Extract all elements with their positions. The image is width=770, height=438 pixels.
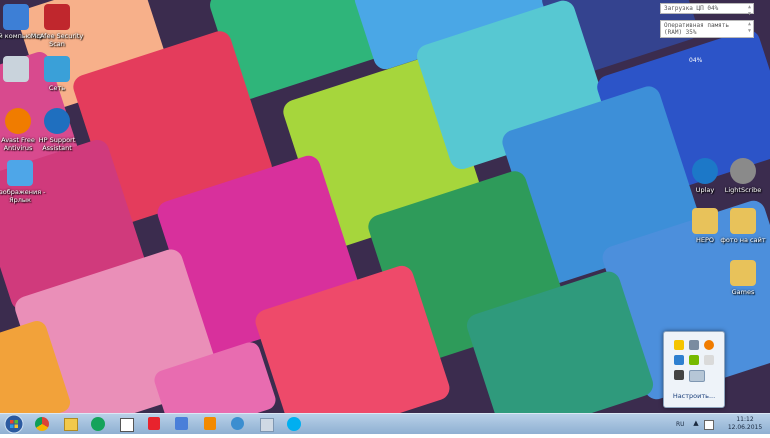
pictures-shortcut-icon xyxy=(7,160,33,186)
explorer-icon xyxy=(64,418,78,431)
desktop-icon-lightscribe[interactable]: LightScribe xyxy=(715,158,770,194)
avast-tray-icon[interactable] xyxy=(704,340,714,350)
spinner-arrows-icon[interactable]: ▲ ▼ xyxy=(748,4,751,18)
network-icon xyxy=(44,56,70,82)
media-icon xyxy=(231,417,244,430)
taskbar-yandex-button[interactable] xyxy=(145,416,163,432)
clock-time: 11:12 xyxy=(736,416,754,423)
yandex-icon xyxy=(148,417,160,430)
desktop-icon-games-folder[interactable]: Games xyxy=(715,260,770,296)
speaker-app-icon xyxy=(260,418,274,432)
action-center-flag-icon[interactable] xyxy=(704,355,714,365)
odnoklassniki-icon xyxy=(204,417,216,430)
start-button[interactable] xyxy=(1,414,27,434)
spinner-arrows-icon[interactable]: ▲ ▼ xyxy=(748,21,751,35)
desktop-icon-mcafee[interactable]: McAfee Security Scan xyxy=(29,4,85,48)
wallpaper xyxy=(0,0,770,413)
taskbar-clock[interactable]: 11:12 12.06.2015 xyxy=(722,416,768,432)
avast-icon xyxy=(5,108,31,134)
skype-icon xyxy=(287,417,301,431)
cpu-load-label: Загрузка ЦП 04% xyxy=(664,5,719,12)
load-percent-readout: 04% xyxy=(689,57,703,64)
clock-date: 12.06.2015 xyxy=(727,424,763,431)
taskbar-odnoklassniki-button[interactable] xyxy=(201,416,219,432)
desktop-icon-label: HP Support Assistant xyxy=(38,136,76,152)
taskbar-skype-button[interactable] xyxy=(285,416,303,432)
hp-support-icon xyxy=(44,108,70,134)
display-icon[interactable] xyxy=(674,355,684,365)
taskbar-mail-agent-button[interactable] xyxy=(89,416,107,432)
desktop-icon-hp-support[interactable]: HP Support Assistant xyxy=(29,108,85,152)
folder-icon xyxy=(730,260,756,286)
taskbar-chrome-button[interactable] xyxy=(33,416,51,432)
taskbar-explorer-button[interactable] xyxy=(61,416,79,432)
desktop-icon-label: Games xyxy=(731,288,755,296)
cpu-gadget[interactable]: Загрузка ЦП 04% ▲ ▼ xyxy=(660,3,754,17)
desktop-icon-label: Изображения - Ярлык xyxy=(0,188,46,204)
ram-gadget[interactable]: Оперативная память (RAM) 35% ▲ ▼ xyxy=(660,20,754,38)
desktop-icon-label: Сеть xyxy=(48,84,66,92)
windows-logo-icon xyxy=(4,414,24,434)
taskbar: RU ▲ 11:12 12.06.2015 xyxy=(0,413,770,434)
folder-icon xyxy=(730,208,756,234)
desktop-icon-network[interactable]: Сеть xyxy=(29,56,85,92)
taskbar-window-app-button[interactable] xyxy=(117,416,135,432)
chrome-icon xyxy=(35,417,49,431)
taskbar-google-button[interactable] xyxy=(173,416,191,432)
desktop-icon-photo-folder[interactable]: фото на сайт xyxy=(715,208,770,244)
mcafee-icon xyxy=(44,4,70,30)
desktop-icon-label: LightScribe xyxy=(724,186,762,194)
nvidia-icon[interactable] xyxy=(689,355,699,365)
google-icon xyxy=(175,417,188,430)
ram-load-label: Оперативная память (RAM) 35% xyxy=(664,22,730,36)
language-indicator[interactable]: RU xyxy=(676,421,685,428)
taskbar-speaker-app-button[interactable] xyxy=(257,416,275,432)
tray-show-hidden-icons-button[interactable]: ▲ xyxy=(690,416,702,432)
tray-customize-link[interactable]: Настроить... xyxy=(664,392,724,400)
hardware-icon[interactable] xyxy=(674,370,684,380)
desktop-icon-label: McAfee Security Scan xyxy=(30,32,84,48)
mail-agent-icon xyxy=(91,417,105,431)
taskbar-media-button[interactable] xyxy=(229,416,247,432)
volume-icon[interactable] xyxy=(689,340,699,350)
desktop-icon-label: фото на сайт xyxy=(720,236,766,244)
window-app-icon xyxy=(120,418,134,432)
desktop-icon-pictures-shortcut[interactable]: Изображения - Ярлык xyxy=(0,160,48,204)
lightscribe-icon xyxy=(730,158,756,184)
desktop: Мой компьютер McAfee Security Scan Сеть … xyxy=(0,0,770,413)
network-tray-icon[interactable] xyxy=(689,370,705,382)
warning-icon[interactable] xyxy=(674,340,684,350)
action-center-flag-icon xyxy=(704,420,714,430)
chevron-up-icon: ▲ xyxy=(693,419,699,427)
tray-overflow-popup: Настроить... xyxy=(663,331,725,408)
computer-icon xyxy=(3,4,29,30)
tray-flag-button[interactable] xyxy=(703,416,714,432)
recycle-bin-icon xyxy=(3,56,29,82)
